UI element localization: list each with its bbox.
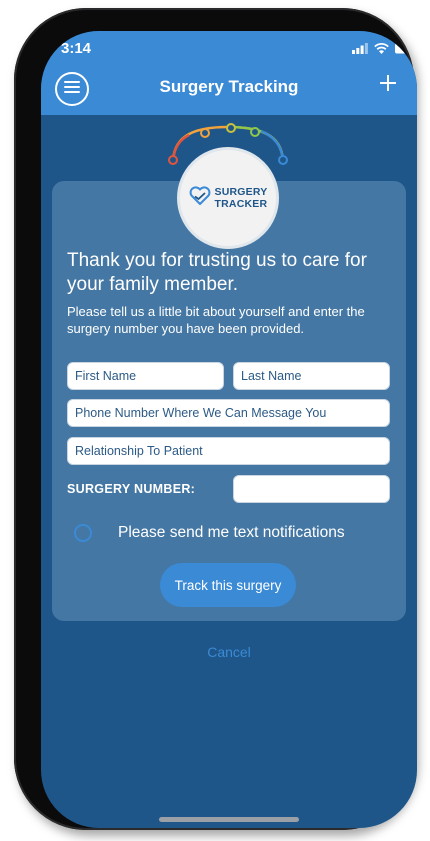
last-name-input[interactable] — [233, 362, 390, 390]
wifi-icon — [374, 41, 389, 59]
battery-icon — [395, 41, 407, 59]
track-surgery-button[interactable]: Track this surgery — [160, 563, 296, 607]
phone-input[interactable] — [67, 399, 390, 427]
heart-icon — [189, 185, 211, 211]
instructions-text: Please tell us a little bit about yourse… — [67, 304, 365, 336]
logo-text-line2: TRACKER — [214, 198, 268, 210]
welcome-heading: Thank you for trusting us to care for yo… — [67, 250, 367, 295]
home-indicator — [159, 817, 299, 822]
add-button[interactable] — [373, 70, 403, 100]
surgery-number-label: SURGERY NUMBER: — [67, 482, 196, 496]
status-icons — [352, 41, 407, 59]
text-notifications-radio[interactable] — [74, 524, 92, 542]
logo-text-line1: SURGERY — [214, 186, 268, 198]
surgery-tracker-logo: SURGERY TRACKER — [177, 147, 279, 249]
phone-frame: 3:14 Surgery Tracking Thank you for trus… — [14, 8, 417, 830]
nav-bar: Surgery Tracking — [41, 63, 417, 115]
cancel-link[interactable]: Cancel — [41, 644, 417, 660]
page-title: Surgery Tracking — [159, 77, 299, 96]
status-bar: 3:14 — [41, 31, 417, 63]
app-screen: 3:14 Surgery Tracking Thank you for trus… — [41, 31, 417, 828]
signal-icon — [352, 41, 368, 59]
text-notifications-label: Please send me text notifications — [118, 524, 345, 541]
surgery-number-input[interactable] — [233, 475, 390, 503]
first-name-input[interactable] — [67, 362, 224, 390]
relationship-input[interactable] — [67, 437, 390, 465]
plus-icon — [380, 74, 396, 96]
status-time: 3:14 — [61, 40, 92, 57]
